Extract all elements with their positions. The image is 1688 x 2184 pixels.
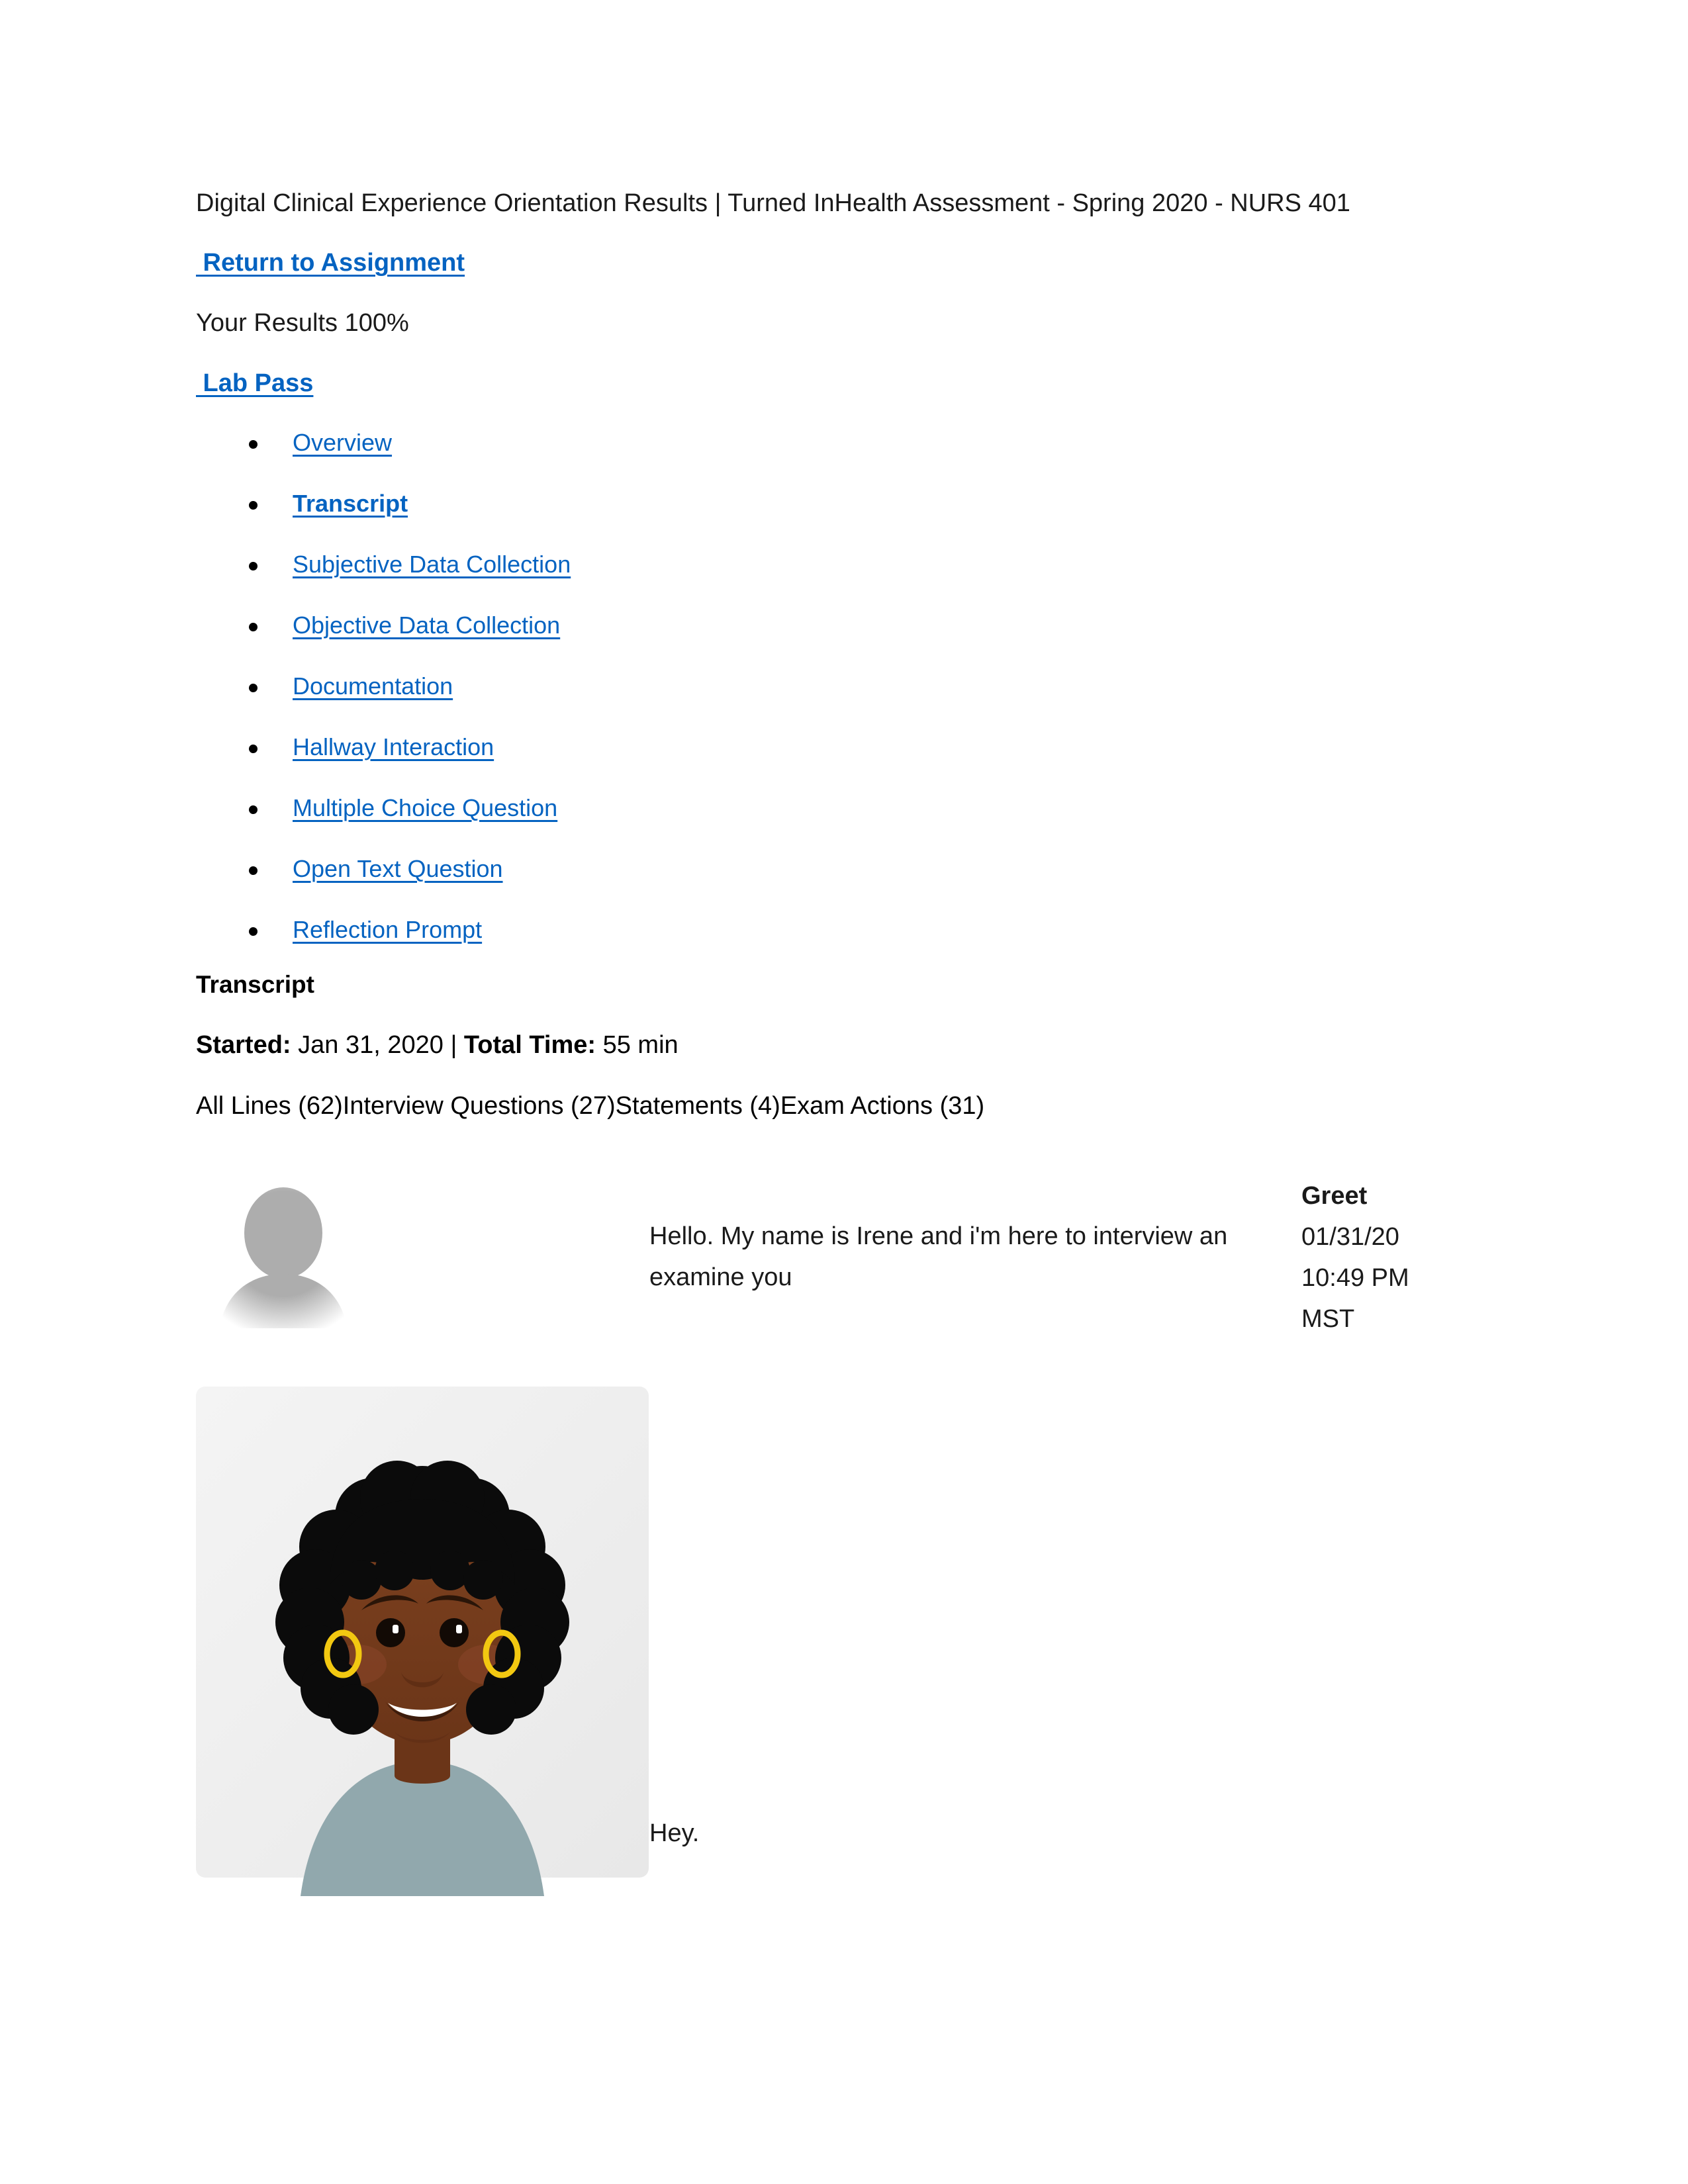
message-timestamp-time: 10:49 PM [1301, 1264, 1409, 1292]
started-value: Jan 31, 2020 [291, 1031, 451, 1059]
sidebar-item-objective-data-collection[interactable]: Objective Data Collection [293, 612, 560, 639]
placeholder-avatar-icon [207, 1175, 360, 1328]
transcript-list: Hello. My name is Irene and i'm here to … [196, 1175, 1493, 1903]
bullet-icon [249, 866, 258, 875]
total-time-label: Total Time: [463, 1031, 596, 1059]
your-results-line: Your Results 100% [196, 309, 409, 337]
transcript-heading: Transcript [196, 971, 314, 998]
message-timestamp-date: 01/31/20 [1301, 1223, 1399, 1251]
list-item: Open Text Question [196, 857, 1493, 881]
list-item: Transcript [196, 492, 1493, 516]
list-item: Overview [196, 431, 1493, 455]
sidebar-item-open-text-question[interactable]: Open Text Question [293, 855, 503, 882]
list-item: Subjective Data Collection [196, 553, 1493, 576]
list-item: Reflection Prompt [196, 918, 1493, 942]
lab-pass-link[interactable]: Lab Pass [196, 369, 314, 397]
bullet-icon [249, 684, 258, 692]
bullet-icon [249, 927, 258, 936]
started-label: Started: [196, 1031, 291, 1059]
sidebar-item-documentation[interactable]: Documentation [293, 672, 453, 700]
message-text: Hello. My name is Irene and i'm here to … [649, 1222, 1228, 1291]
list-item: Hallway Interaction [196, 735, 1493, 759]
lab-pass-row: Lab Pass [196, 371, 1493, 396]
results-section-nav: Overview Transcript Subjective Data Coll… [196, 431, 1493, 942]
list-item: Objective Data Collection [196, 614, 1493, 637]
bullet-icon [249, 623, 258, 631]
message-timestamp-zone: MST [1301, 1305, 1355, 1333]
return-to-assignment-row: Return to Assignment [196, 250, 1493, 275]
table-row: Hello. My name is Irene and i'm here to … [196, 1175, 1493, 1387]
sidebar-item-overview[interactable]: Overview [293, 429, 392, 456]
bullet-icon [249, 562, 258, 570]
bullet-icon [249, 440, 258, 449]
bullet-icon [249, 805, 258, 814]
sidebar-item-transcript[interactable]: Transcript [293, 490, 408, 517]
document-content: Digital Clinical Experience Orientation … [196, 191, 1493, 1118]
sidebar-item-multiple-choice-question[interactable]: Multiple Choice Question [293, 794, 557, 821]
meta-separator: | [450, 1031, 464, 1059]
message-text: Hey. [649, 1819, 700, 1847]
list-item: Documentation [196, 674, 1493, 698]
bullet-icon [249, 501, 258, 510]
sidebar-item-hallway-interaction[interactable]: Hallway Interaction [293, 733, 494, 760]
page-title: Digital Clinical Experience Orientation … [196, 189, 1350, 217]
document-page: Digital Clinical Experience Orientation … [0, 0, 1688, 2184]
return-to-assignment-link[interactable]: Return to Assignment [196, 249, 465, 277]
patient-avatar-illustration [196, 1387, 649, 1896]
sidebar-item-reflection-prompt[interactable]: Reflection Prompt [293, 916, 482, 943]
sidebar-item-subjective-data-collection[interactable]: Subjective Data Collection [293, 551, 571, 578]
total-time-value: 55 min [596, 1031, 679, 1059]
table-row: Hey. [196, 1387, 1493, 1903]
bullet-icon [249, 745, 258, 753]
message-action-label: Greet [1301, 1182, 1368, 1210]
transcript-meta: Started: Jan 31, 2020 | Total Time: 55 m… [196, 1032, 1493, 1058]
message-meta: Greet 01/31/20 10:49 PM MST [1301, 1175, 1474, 1340]
transcript-filter-tabs[interactable]: All Lines (62)Interview Questions (27)St… [196, 1093, 1493, 1118]
list-item: Multiple Choice Question [196, 796, 1493, 820]
